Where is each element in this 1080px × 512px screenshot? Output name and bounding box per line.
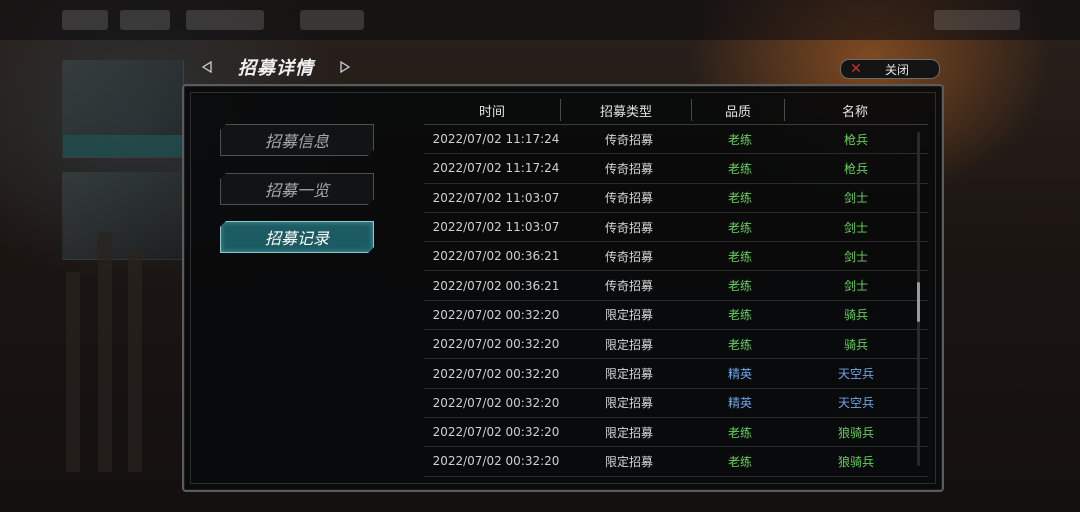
table-body: 2022/07/02 11:17:24 传奇招募 老练 枪兵 2022/07/02 11… [424, 125, 928, 477]
sidebar-item-label: 招募记录 [264, 229, 329, 248]
cell-type: 传奇招募 [604, 279, 653, 294]
cell-time: 2022/07/02 00:32:20 [432, 454, 560, 469]
cell-quality: 老练 [727, 132, 752, 147]
cell-name: 剑士 [843, 220, 868, 235]
triangle-left-icon[interactable] [200, 60, 214, 74]
table-row: 2022/07/02 00:32:20 限定招募 老练 狼骑兵 [424, 447, 928, 477]
background-ghost-element [186, 10, 264, 30]
table-row: 2022/07/02 00:36:21 传奇招募 老练 剑士 [424, 242, 928, 272]
page-title: 招募详情 [238, 58, 314, 79]
cell-type: 限定招募 [604, 454, 653, 469]
cell-name: 枪兵 [843, 132, 868, 147]
cell-quality: 老练 [727, 454, 752, 469]
cell-type: 限定招募 [604, 396, 653, 411]
cell-quality: 老练 [727, 220, 752, 235]
background-pillar [66, 272, 80, 472]
background-card [62, 172, 184, 260]
cell-name: 骑兵 [843, 308, 868, 323]
cell-time: 2022/07/02 00:32:20 [432, 307, 560, 322]
table-row: 2022/07/02 00:32:20 限定招募 精英 天空兵 [424, 359, 928, 389]
cell-time: 2022/07/02 00:32:20 [432, 337, 560, 352]
table-row: 2022/07/02 11:03:07 传奇招募 老练 剑士 [424, 184, 928, 213]
close-button[interactable]: ✕ 关闭 [840, 59, 940, 79]
cell-type: 传奇招募 [604, 161, 653, 176]
background-card [62, 60, 184, 158]
sidebar-item-recruit-info[interactable]: 招募信息 [220, 124, 374, 156]
triangle-right-icon[interactable] [338, 60, 352, 74]
cell-type: 限定招募 [604, 425, 653, 440]
table-row: 2022/07/02 11:03:07 传奇招募 老练 剑士 [424, 213, 928, 243]
table-row: 2022/07/02 11:17:24 传奇招募 老练 枪兵 [424, 125, 928, 155]
scrollbar-thumb[interactable] [917, 282, 920, 322]
cell-time: 2022/07/02 11:17:24 [432, 132, 560, 147]
table-row: 2022/07/02 11:17:24 传奇招募 老练 枪兵 [424, 154, 928, 184]
cell-time: 2022/07/02 11:03:07 [432, 190, 560, 205]
background-ghost-element [934, 10, 1020, 30]
cell-time: 2022/07/02 11:17:24 [432, 161, 560, 176]
sidebar-item-recruit-log[interactable]: 招募记录 [220, 221, 374, 253]
cell-quality: 老练 [727, 161, 752, 176]
cell-time: 2022/07/02 00:32:20 [432, 425, 560, 440]
column-header-quality: 品质 [724, 104, 751, 120]
cell-time: 2022/07/02 00:36:21 [432, 249, 560, 264]
background-ghost-element [120, 10, 170, 30]
cell-quality: 精英 [727, 396, 752, 411]
table-header: 时间 招募类型 品质 名称 [424, 96, 928, 125]
cell-type: 传奇招募 [604, 220, 653, 235]
table-row: 2022/07/02 00:32:20 限定招募 精英 天空兵 [424, 389, 928, 418]
sidebar-item-label: 招募一览 [264, 181, 329, 200]
cell-type: 限定招募 [604, 337, 653, 352]
cell-time: 2022/07/02 00:32:20 [432, 366, 560, 381]
close-button-label: 关闭 [885, 62, 910, 77]
red-x-icon: ✕ [850, 61, 862, 77]
cell-quality: 老练 [727, 425, 752, 440]
cell-quality: 老练 [727, 191, 752, 206]
background-pillar [128, 252, 142, 472]
background-ghost-element [62, 10, 108, 30]
cell-quality: 精英 [727, 367, 752, 382]
cell-name: 天空兵 [837, 396, 874, 411]
table-scrollbar[interactable] [917, 132, 920, 466]
table-row: 2022/07/02 00:32:20 限定招募 老练 狼骑兵 [424, 418, 928, 448]
recruit-detail-panel: 招募信息 招募一览 招募记录 时间 招募类型 品质 名称 2022/07/02 … [182, 84, 944, 492]
column-header-name: 名称 [841, 104, 868, 120]
background-ghost-element [300, 10, 364, 30]
cell-quality: 老练 [727, 337, 752, 352]
sidebar-item-label: 招募信息 [264, 132, 329, 151]
cell-name: 狼骑兵 [837, 425, 874, 440]
cell-name: 剑士 [843, 191, 868, 206]
cell-quality: 老练 [727, 308, 752, 323]
cell-type: 限定招募 [604, 308, 653, 323]
recruit-log-table: 时间 招募类型 品质 名称 2022/07/02 11:17:24 传奇招募 老练枪… [424, 96, 928, 477]
cell-type: 传奇招募 [604, 191, 653, 206]
cell-type: 限定招募 [604, 367, 653, 382]
cell-time: 2022/07/02 11:03:07 [432, 220, 560, 235]
table-row: 2022/07/02 00:36:21 传奇招募 老练 剑士 [424, 271, 928, 301]
cell-type: 传奇招募 [604, 249, 653, 264]
table-row: 2022/07/02 00:32:20 限定招募 老练 骑兵 [424, 330, 928, 360]
table-row: 2022/07/02 00:32:20 限定招募 老练 骑兵 [424, 301, 928, 331]
cell-quality: 老练 [727, 279, 752, 294]
cell-name: 骑兵 [843, 337, 868, 352]
cell-name: 枪兵 [843, 161, 868, 176]
cell-quality: 老练 [727, 249, 752, 264]
title-area: 招募详情 [200, 52, 352, 82]
cell-time: 2022/07/02 00:36:21 [432, 278, 560, 293]
sidebar-item-recruit-overview[interactable]: 招募一览 [220, 173, 374, 205]
column-header-type: 招募类型 [599, 104, 652, 120]
background-pillar [98, 232, 112, 472]
cell-name: 狼骑兵 [837, 454, 874, 469]
cell-name: 天空兵 [837, 367, 874, 382]
cell-name: 剑士 [843, 279, 868, 294]
column-header-time: 时间 [478, 104, 505, 120]
cell-time: 2022/07/02 00:32:20 [432, 395, 560, 410]
cell-name: 剑士 [843, 249, 868, 264]
cell-type: 传奇招募 [604, 132, 653, 147]
